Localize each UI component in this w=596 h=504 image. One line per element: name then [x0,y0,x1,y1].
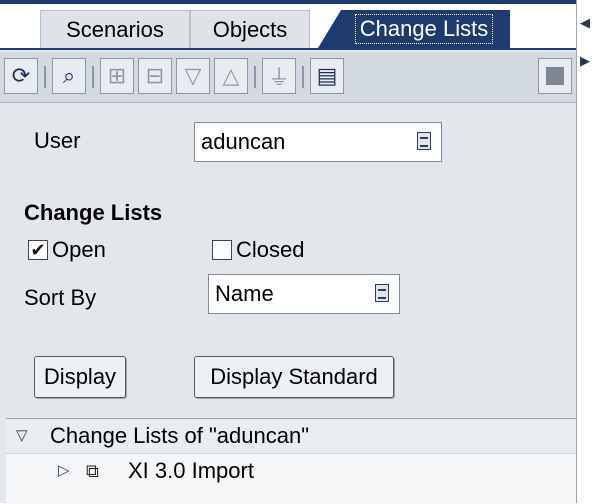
tab-change-lists-label: Change Lists [354,14,494,44]
expand-all-icon[interactable]: ▽ [176,58,210,94]
tab-baseline [0,48,576,50]
expand-right-icon[interactable]: ▶ [580,54,590,67]
user-value: aduncan [201,129,286,154]
refresh-icon[interactable]: ⟳ [4,58,38,94]
closed-label: Closed [236,237,305,262]
toolbar-separator [92,66,94,88]
change-lists-tree: ▽ Change Lists of "aduncan" ▷ ⧉ XI 3.0 I… [6,418,576,504]
toolbar-separator [44,66,46,88]
change-lists-panel: Scenarios Objects Change Lists ⟳ ⌕ ⊞ ⊟ ▽… [0,0,577,504]
tab-top-border [0,0,576,4]
stop-square [546,67,564,85]
tab-scenarios[interactable]: Scenarios [40,10,190,48]
expanded-triangle-icon[interactable]: ▽ [16,419,28,453]
tree-child-label: XI 3.0 Import [128,458,254,483]
toolbar: ⟳ ⌕ ⊞ ⊟ ▽ △ ⏚ ▤ [0,52,576,103]
sortby-select[interactable]: Name [208,274,400,314]
find-icon[interactable]: ⌕ [52,58,86,94]
open-label: Open [52,237,106,262]
collapse-left-icon[interactable]: ◀ [580,16,590,29]
collapsed-triangle-icon[interactable]: ▷ [58,454,70,488]
user-label: User [34,128,81,153]
dropdown-icon[interactable] [375,284,389,302]
open-checkbox[interactable]: ✔ [28,240,48,260]
sortby-label: Sort By [24,285,97,310]
toolbar-separator [302,66,304,88]
filter-icon[interactable]: ⏚ [262,58,296,94]
tab-bar: Scenarios Objects Change Lists [0,0,576,50]
toolbar-separator [254,66,256,88]
collapse-tree-icon[interactable]: ⊟ [138,58,172,94]
tab-change-lists[interactable]: Change Lists [318,10,510,48]
expand-tree-icon[interactable]: ⊞ [100,58,134,94]
right-edge-strip: ◀ ▶ [577,0,596,503]
user-field[interactable]: aduncan [194,122,442,162]
change-list-icon: ⧉ [86,461,99,481]
tree-root-label: Change Lists of "aduncan" [50,423,310,448]
stop-icon[interactable] [538,58,572,94]
collapse-all-icon[interactable]: △ [214,58,248,94]
sortby-value: Name [215,281,274,306]
closed-checkbox[interactable] [212,240,232,260]
value-help-icon[interactable] [417,132,431,150]
display-standard-button[interactable]: Display Standard [194,356,394,398]
settings-icon[interactable]: ▤ [310,58,344,94]
tree-child-row[interactable]: ▷ ⧉ XI 3.0 Import [6,454,576,488]
display-button[interactable]: Display [34,356,126,398]
tree-root-row[interactable]: ▽ Change Lists of "aduncan" [6,419,576,454]
tab-objects[interactable]: Objects [190,10,310,48]
section-title: Change Lists [24,200,163,225]
